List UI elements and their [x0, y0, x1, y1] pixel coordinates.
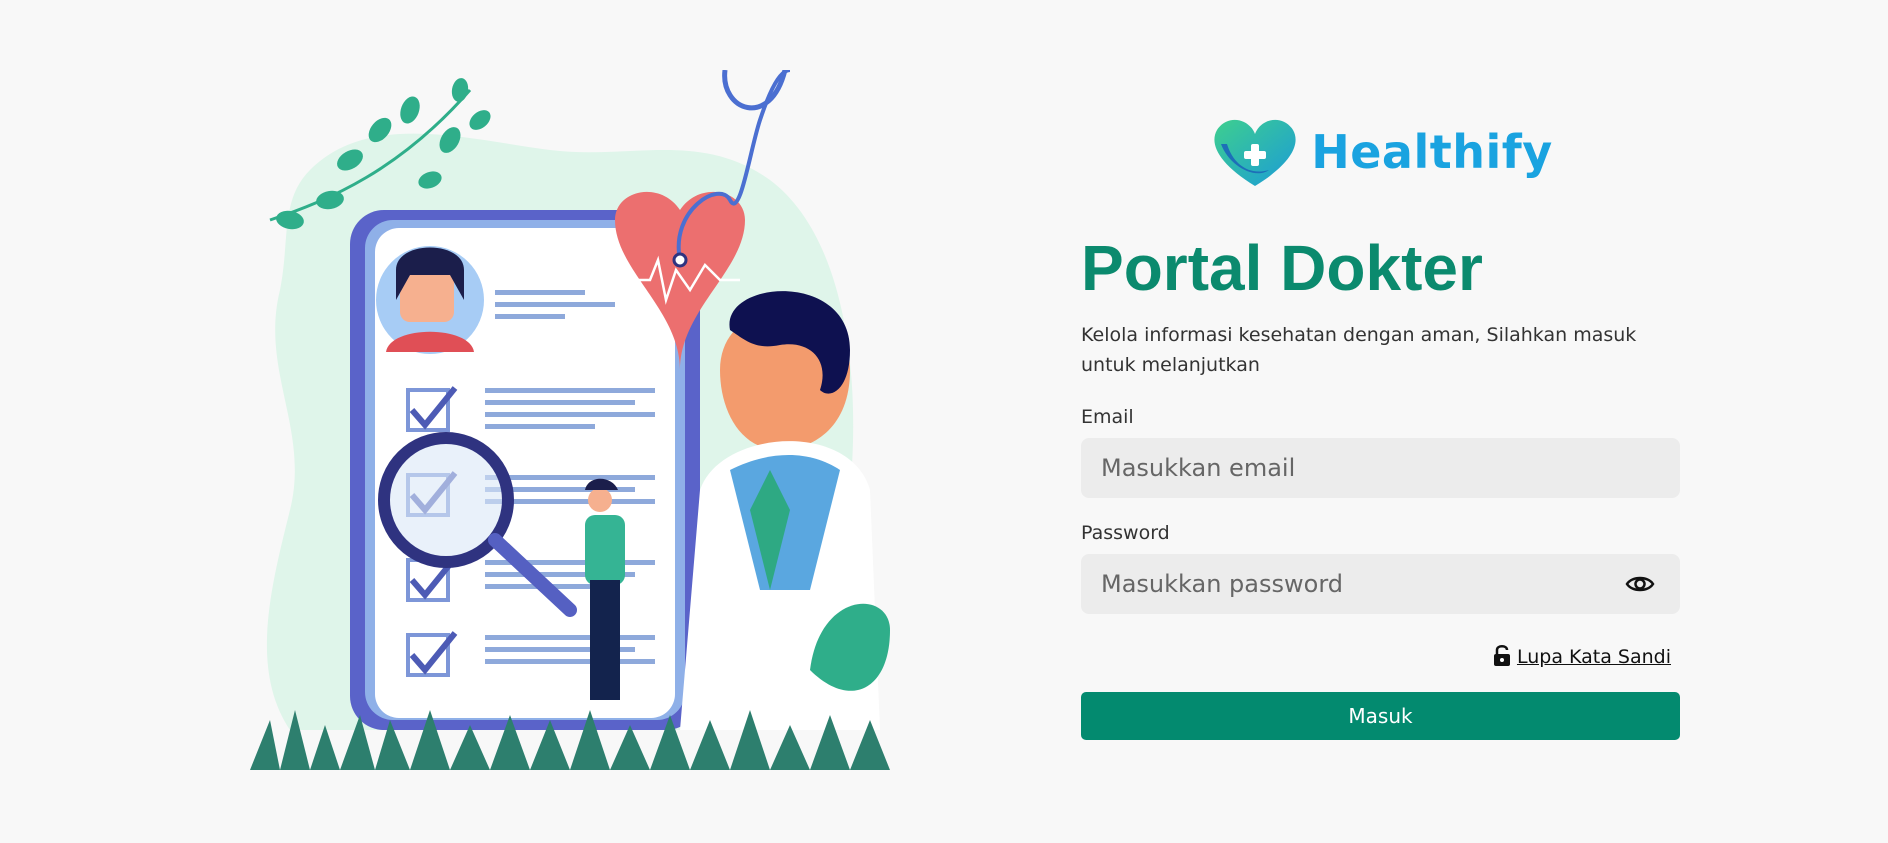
email-input[interactable]: [1081, 438, 1680, 498]
login-panel: Healthify Portal Dokter Kelola informasi…: [1081, 108, 1681, 740]
eye-icon[interactable]: [1624, 568, 1656, 600]
forgot-password-link[interactable]: Lupa Kata Sandi: [1517, 646, 1671, 668]
page-subtitle: Kelola informasi kesehatan dengan aman, …: [1081, 324, 1637, 376]
login-button[interactable]: Masuk: [1081, 692, 1680, 740]
unlock-icon: [1493, 643, 1511, 671]
brand-name: Healthify: [1311, 125, 1553, 179]
forgot-password-row: Lupa Kata Sandi: [1081, 644, 1681, 670]
brand-logo: Healthify: [1081, 108, 1681, 196]
email-field-wrapper: [1081, 438, 1680, 498]
password-label: Password: [1081, 522, 1170, 544]
page-title: Portal Dokter: [1081, 232, 1483, 304]
heart-logo-icon: [1214, 119, 1296, 186]
email-label: Email: [1081, 406, 1134, 428]
password-input[interactable]: [1081, 554, 1680, 614]
hero-illustration: [250, 68, 890, 780]
password-field-wrapper: [1081, 554, 1680, 614]
